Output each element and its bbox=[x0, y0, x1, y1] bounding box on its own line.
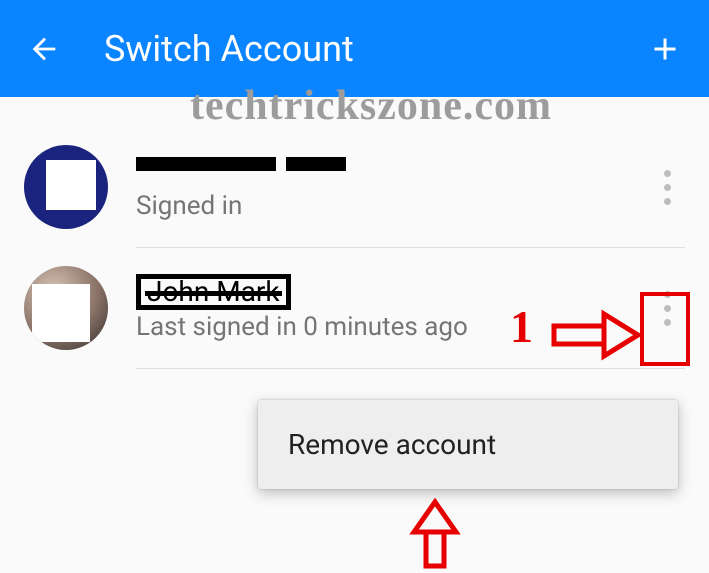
remove-account-item[interactable]: Remove account bbox=[258, 400, 678, 489]
account-row[interactable]: John Mark Last signed in 0 minutes ago bbox=[0, 248, 709, 368]
annotation-arrow-up bbox=[408, 498, 462, 568]
account-status: Signed in bbox=[136, 191, 649, 221]
account-info: Signed in bbox=[136, 153, 649, 221]
account-name bbox=[136, 153, 649, 183]
page-title: Switch Account bbox=[104, 28, 645, 70]
avatar bbox=[24, 145, 108, 229]
app-header: Switch Account bbox=[0, 0, 709, 97]
add-account-button[interactable] bbox=[645, 29, 685, 69]
more-vert-icon bbox=[664, 170, 671, 177]
account-info: John Mark Last signed in 0 minutes ago bbox=[136, 274, 649, 342]
arrow-left-icon bbox=[27, 32, 61, 66]
divider bbox=[136, 368, 685, 369]
account-menu-button[interactable] bbox=[649, 283, 685, 334]
account-status: Last signed in 0 minutes ago bbox=[136, 312, 649, 342]
account-name: John Mark bbox=[136, 274, 649, 304]
plus-icon bbox=[647, 31, 683, 67]
more-vert-icon bbox=[664, 291, 671, 298]
avatar bbox=[24, 266, 108, 350]
context-menu: Remove account bbox=[258, 400, 678, 489]
account-list: Signed in John Mark Last signed in 0 min… bbox=[0, 97, 709, 369]
back-button[interactable] bbox=[24, 29, 64, 69]
account-row[interactable]: Signed in bbox=[0, 127, 709, 247]
account-menu-button[interactable] bbox=[649, 162, 685, 213]
